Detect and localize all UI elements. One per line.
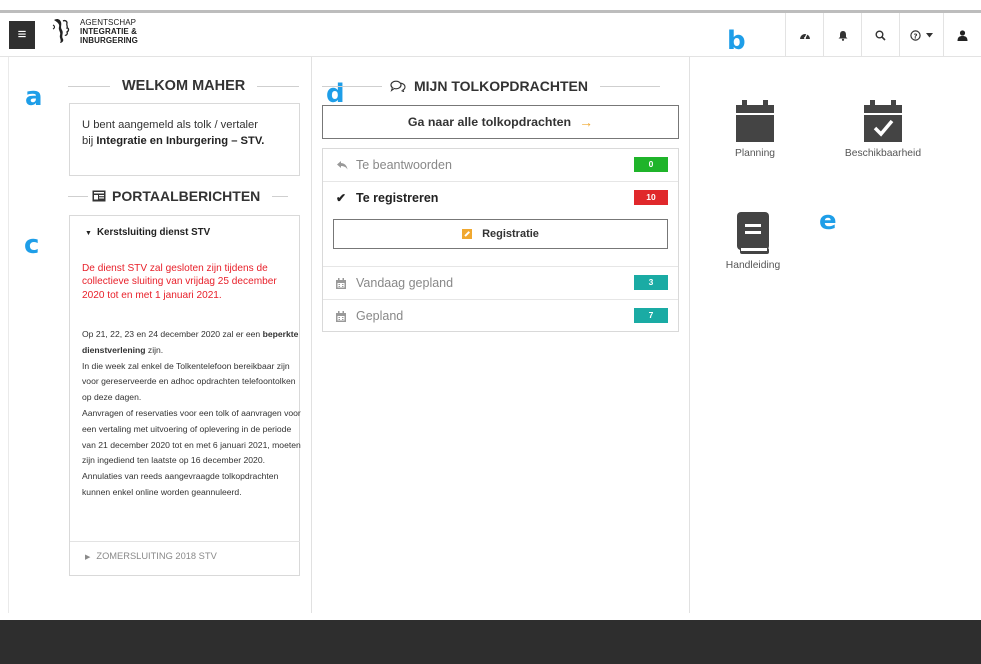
welcome-card: U bent aangemeld als tolk / vertaler bij… (69, 103, 300, 176)
task-row-vandaag-gepland[interactable]: Vandaag gepland 3 (323, 267, 678, 299)
task-row-label: Te beantwoorden (356, 158, 452, 172)
news-item-collapsed-title: ZOMERSLUITING 2018 STV (96, 551, 217, 561)
page-left-edge (8, 57, 9, 613)
heading-rule (68, 195, 88, 197)
caret-down-icon (926, 32, 933, 37)
column-divider-right (689, 57, 690, 613)
count-badge: 10 (634, 190, 668, 205)
arrow-right-icon: → (579, 114, 594, 130)
task-row-te-registreren[interactable]: ✔ Te registreren 10 (323, 182, 678, 214)
welcome-organisation: Integratie en Inburgering – STV. (96, 135, 265, 147)
welcome-title: WELKOM MAHER (122, 78, 246, 94)
task-row-label: Gepland (356, 309, 404, 323)
logo-line-2: INTEGRATIE & (80, 26, 138, 36)
help-dropdown-button[interactable]: ? (899, 13, 943, 57)
tile-beschikbaarheid[interactable]: Beschikbaarheid (836, 100, 930, 159)
news-paragraph-3: Aanvragen of reservaties voor een tolk o… (82, 407, 301, 466)
caret-down-icon: ▼ (85, 230, 92, 237)
welcome-message: U bent aangemeld als tolk / vertaler bij… (82, 117, 264, 149)
news-paragraph-2: In die week zal enkel de Tolkentelefoon … (82, 360, 296, 403)
news-paragraph-1-text: Op 21, 22, 23 en 24 december 2020 zal er… (82, 329, 263, 339)
welcome-line-2: bij Integratie en Inburgering – STV. (82, 133, 264, 149)
count-badge: 0 (634, 157, 668, 172)
column-divider-left (311, 57, 312, 613)
news-paragraph-1: Op 21, 22, 23 en 24 december 2020 zal er… (82, 327, 302, 359)
user-icon (957, 29, 968, 41)
heading-rule (322, 85, 382, 87)
tile-label: Handleiding (725, 260, 781, 271)
news-item-body: Op 21, 22, 23 en 24 december 2020 zal er… (82, 327, 302, 501)
header-actions: ? (785, 13, 981, 57)
agency-logo[interactable]: AGENTSCHAP INTEGRATIE & INBURGERING (50, 16, 138, 46)
caret-right-icon: ▶ (85, 554, 91, 561)
welcome-line-1: U bent aangemeld als tolk / vertaler (82, 119, 258, 131)
news-paragraph-4: Annulaties van reeds aangevraagde tolkop… (82, 471, 279, 497)
dashboard-icon (799, 33, 810, 39)
count-badge: 7 (634, 308, 668, 323)
tile-label: Beschikbaarheid (844, 148, 922, 159)
heading-rule (599, 85, 660, 87)
welcome-heading: WELKOM MAHER (68, 78, 300, 94)
logo-line-1: AGENTSCHAP (80, 17, 137, 27)
annotation-marker-b: b (727, 26, 746, 56)
news-item-zomersluiting-header[interactable]: ▶ ZOMERSLUITING 2018 STV (85, 551, 217, 561)
top-border (0, 0, 981, 13)
task-row-label: Te registreren (356, 191, 439, 205)
notifications-button[interactable] (823, 13, 861, 57)
bell-icon (838, 30, 847, 41)
reply-icon (337, 161, 348, 170)
book-icon (737, 212, 769, 254)
heading-rule (257, 85, 300, 87)
tile-label: Planning (734, 148, 776, 159)
svg-text:?: ? (913, 32, 917, 40)
calendar-icon (736, 100, 774, 142)
logo-text: AGENTSCHAP INTEGRATIE & INBURGERING (80, 18, 138, 45)
comments-icon (390, 80, 406, 92)
logo-line-3: INBURGERING (80, 35, 138, 45)
annotation-marker-a: a (25, 82, 43, 112)
go-to-all-assignments-label: Ga naar alle tolkopdrachten (407, 115, 572, 129)
hamburger-menu-button[interactable]: ≡ (9, 21, 35, 49)
heading-rule (272, 195, 289, 197)
tasks-heading: MIJN TOLKOPDRACHTEN (322, 78, 679, 94)
edit-icon (462, 229, 473, 239)
portal-messages-card: ▼ Kerstsluiting dienst STV De dienst STV … (69, 215, 302, 576)
portal-title: PORTAALBERICHTEN (112, 188, 261, 204)
check-icon: ✔ (336, 191, 347, 205)
heading-rule (68, 85, 110, 87)
calendar-icon (336, 311, 346, 322)
registration-button[interactable]: Registratie (333, 219, 668, 249)
footer (0, 620, 981, 664)
task-row-label: Vandaag gepland (356, 276, 454, 290)
calendar-check-icon (864, 100, 902, 142)
lion-logo-icon (52, 18, 70, 43)
news-divider (70, 541, 300, 542)
tile-planning[interactable]: Planning (722, 100, 788, 159)
news-item-alert-text: De dienst STV zal gesloten zijn tijdens … (82, 263, 277, 301)
registration-label: Registratie (482, 228, 539, 240)
count-badge: 3 (634, 275, 668, 290)
search-icon (875, 30, 886, 41)
newspaper-icon (92, 190, 106, 202)
annotation-marker-c: c (24, 230, 40, 260)
task-row-te-beantwoorden[interactable]: Te beantwoorden 0 (323, 149, 678, 181)
annotation-marker-e: e (819, 206, 837, 236)
welcome-line-2-prefix: bij (82, 135, 97, 147)
task-row-gepland[interactable]: Gepland 7 (323, 300, 678, 332)
calendar-icon (336, 278, 346, 289)
tasks-title: MIJN TOLKOPDRACHTEN (414, 78, 588, 94)
news-item-kerstsluiting-header[interactable]: ▼ Kerstsluiting dienst STV (85, 227, 210, 238)
dashboard-button[interactable] (785, 13, 823, 57)
user-menu-button[interactable] (943, 13, 981, 57)
header: ≡ AGENTSCHAP INTEGRATIE & INBURGERING ? (0, 13, 981, 57)
search-button[interactable] (861, 13, 899, 57)
portal-heading: PORTAALBERICHTEN (68, 188, 300, 204)
assignments-panel: Te beantwoorden 0 ✔ Te registreren 10 Re… (322, 148, 679, 332)
help-icon: ? (910, 29, 921, 41)
news-item-title: Kerstsluiting dienst STV (96, 227, 211, 238)
news-paragraph-1-suffix: zijn. (145, 344, 164, 355)
tile-handleiding[interactable]: Handleiding (720, 212, 786, 271)
go-to-all-assignments-button[interactable]: Ga naar alle tolkopdrachten → (322, 105, 679, 139)
